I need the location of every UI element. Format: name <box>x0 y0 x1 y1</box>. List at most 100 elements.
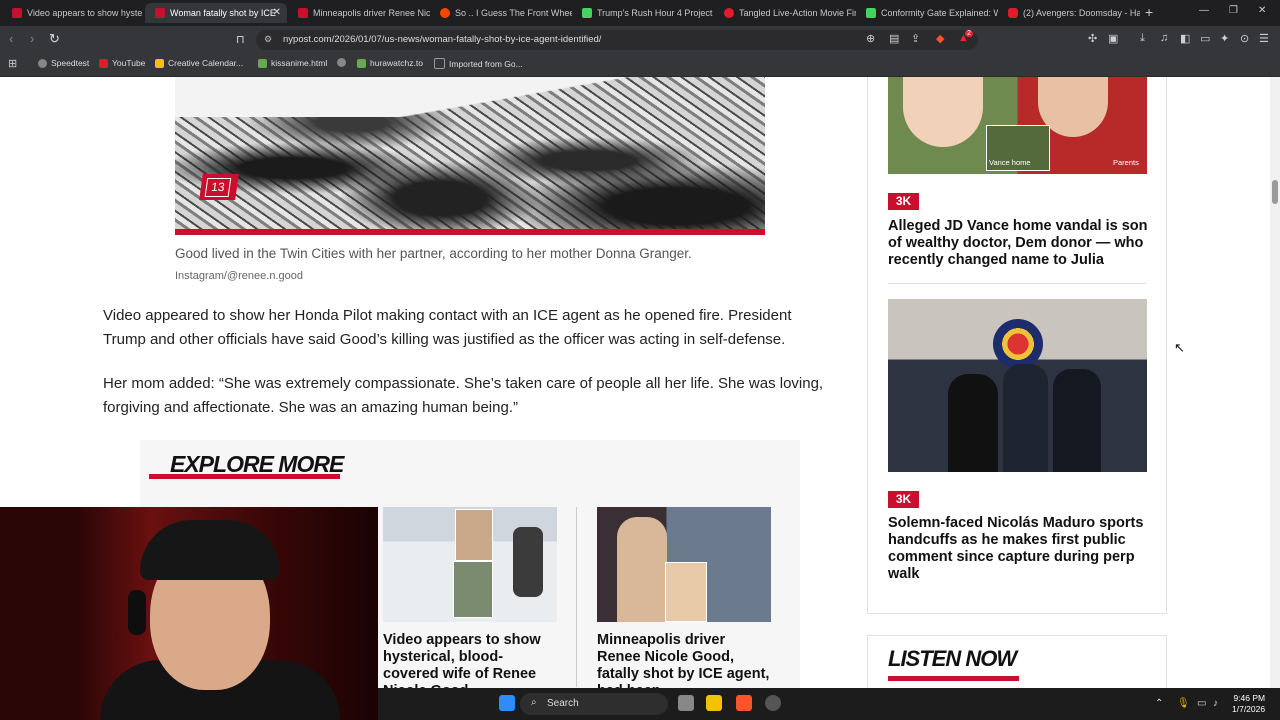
webcam-person-hair <box>140 520 280 580</box>
sidebar-photo[interactable] <box>888 299 1147 472</box>
image-label: Vance home <box>989 158 1031 167</box>
share-icon[interactable]: ⇪ <box>911 32 920 45</box>
tab-label: (2) Avengers: Doomsday - Hav <box>1023 8 1140 18</box>
tray-overflow-icon[interactable]: ⌃ <box>1155 698 1163 709</box>
figure <box>1053 369 1101 472</box>
article-paragraph: Video appeared to show her Honda Pilot m… <box>103 307 792 348</box>
person-face <box>903 77 983 147</box>
bookmark-kissanime[interactable]: kissanime.html <box>258 58 327 68</box>
tab-1[interactable]: Woman fatally shot by ICE ✕ <box>145 3 287 23</box>
apps-grid-icon[interactable]: ⊞ <box>8 57 17 70</box>
reader-icon[interactable]: ▤ <box>889 32 899 45</box>
tab-3[interactable]: So .. I Guess The Front Wheel <box>430 3 572 23</box>
comment-count-badge[interactable]: 3K <box>888 491 919 508</box>
nypost-favicon-icon <box>155 8 165 18</box>
inset-portrait <box>455 509 493 561</box>
reload-icon[interactable]: ↻ <box>49 31 60 47</box>
file-explorer-icon[interactable] <box>706 695 722 711</box>
wallet-card-icon[interactable]: ▭ <box>1200 32 1210 45</box>
new-tab-button[interactable]: + <box>1145 4 1153 20</box>
taskbar-search[interactable] <box>520 693 668 715</box>
site-favicon-icon <box>582 8 592 18</box>
task-view-icon[interactable] <box>678 695 694 711</box>
figure <box>1003 364 1048 472</box>
tab-label: Minneapolis driver Renee Nic <box>313 8 430 18</box>
article-photo[interactable] <box>175 77 765 229</box>
brave-shield-icon[interactable]: ◆ <box>936 32 944 45</box>
photo-accent-bar <box>175 229 765 235</box>
media-icon[interactable]: ♫ <box>1160 32 1168 44</box>
divider <box>888 283 1146 284</box>
reddit-favicon-icon <box>440 8 450 18</box>
tab-6[interactable]: Conformity Gate Explained: Wh <box>856 3 998 23</box>
figure <box>948 374 998 472</box>
scrollbar[interactable] <box>1270 77 1280 688</box>
tab-label: Tangled Live-Action Movie Fin <box>739 8 856 18</box>
restore-icon[interactable]: ❐ <box>1229 5 1238 16</box>
explore-thumbnail[interactable] <box>383 507 557 622</box>
leo-ai-icon[interactable]: ✦ <box>1220 32 1229 45</box>
extensions-icon[interactable]: ✣ <box>1088 32 1097 45</box>
explore-thumbnail[interactable] <box>597 507 771 622</box>
clock[interactable]: 9:46 PM 1/7/2026 <box>1232 693 1265 715</box>
tab-0[interactable]: Video appears to show hysteri <box>2 3 142 23</box>
wallet-icon[interactable]: ▣ <box>1108 32 1118 45</box>
zoom-icon[interactable]: ⊕ <box>866 32 875 45</box>
calendar-icon <box>155 58 164 68</box>
tab-label: Woman fatally shot by ICE <box>170 8 276 18</box>
bookmark-speedtest[interactable]: Speedtest <box>38 58 89 68</box>
vpn-icon[interactable]: ⊙ <box>1240 32 1249 45</box>
network-icon[interactable]: ▭ <box>1197 698 1206 709</box>
bookmark-creative-calendar[interactable]: Creative Calendar... <box>155 58 243 68</box>
speedtest-icon <box>38 58 47 68</box>
photo-detail <box>175 77 765 117</box>
bookmark-youtube[interactable]: YouTube <box>99 58 145 68</box>
sidebar-photo[interactable]: Vance home Parents <box>888 77 1147 174</box>
download-icon[interactable]: ⤓ <box>1140 32 1145 45</box>
comment-count-badge[interactable]: 3K <box>888 193 919 210</box>
site-favicon-icon <box>866 8 876 18</box>
leaf-icon <box>258 58 267 68</box>
globe-icon <box>337 58 346 67</box>
gallery-count-badge[interactable]: 13 <box>199 174 239 200</box>
tab-5[interactable]: Tangled Live-Action Movie Fin <box>714 3 856 23</box>
headset-icon <box>128 590 146 635</box>
brave-browser-icon[interactable] <box>736 695 752 711</box>
tab-label: Trump's Rush Hour 4 Project Is <box>597 8 714 18</box>
sidebar-toggle-icon[interactable]: ◧ <box>1180 32 1190 45</box>
folder-icon <box>434 58 445 69</box>
bookmark-globe[interactable] <box>337 58 350 67</box>
volume-icon[interactable]: ♪ <box>1213 698 1218 709</box>
sidebar-headline[interactable]: Solemn-faced Nicolás Maduro sports handc… <box>888 515 1150 583</box>
tab-2[interactable]: Minneapolis driver Renee Nic <box>288 3 430 23</box>
bookmark-imported[interactable]: Imported from Go... <box>434 58 523 69</box>
title-underline <box>149 474 340 479</box>
inset-portrait <box>665 562 707 622</box>
back-icon[interactable]: ‹ <box>9 31 13 46</box>
title-underline <box>888 676 1019 681</box>
close-window-icon[interactable]: ✕ <box>1258 5 1266 16</box>
clock-time: 9:46 PM <box>1233 693 1266 703</box>
menu-icon[interactable]: ☰ <box>1259 32 1269 45</box>
nypost-favicon-icon <box>12 8 22 18</box>
site-icon <box>357 58 366 68</box>
dea-seal <box>993 319 1043 369</box>
minimize-icon[interactable]: — <box>1199 5 1209 16</box>
app-icon[interactable] <box>765 695 781 711</box>
forward-icon[interactable]: › <box>30 31 34 46</box>
image-label: Parents <box>1113 158 1139 167</box>
tab-4[interactable]: Trump's Rush Hour 4 Project Is <box>572 3 714 23</box>
tab-label: So .. I Guess The Front Wheel <box>455 8 572 18</box>
tab-7[interactable]: (2) Avengers: Doomsday - Hav <box>998 3 1140 23</box>
url-text[interactable]: nypost.com/2026/01/07/us-news/woman-fata… <box>283 34 601 45</box>
close-icon[interactable]: ✕ <box>273 3 281 23</box>
microphone-icon[interactable]: 🎙 <box>1177 698 1190 709</box>
site-favicon-icon <box>724 8 734 18</box>
nypost-favicon-icon <box>298 8 308 18</box>
scrollbar-thumb[interactable] <box>1272 180 1278 204</box>
site-info-icon[interactable]: ⚙ <box>264 34 272 45</box>
start-icon[interactable] <box>499 695 515 711</box>
sidebar-headline[interactable]: Alleged JD Vance home vandal is son of w… <box>888 218 1150 269</box>
bookmark-hurawatch[interactable]: hurawatchz.to <box>357 58 423 68</box>
bookmark-icon[interactable]: ⊓ <box>236 33 245 46</box>
